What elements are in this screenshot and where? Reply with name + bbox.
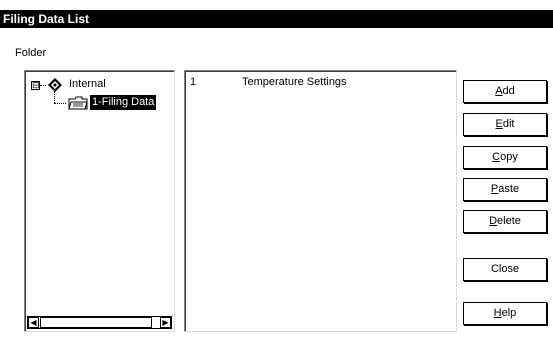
scroll-left-icon[interactable]: ◀ bbox=[28, 317, 39, 328]
tree-connector bbox=[40, 85, 46, 86]
edit-mnemonic: E bbox=[495, 118, 503, 130]
copy-label: opy bbox=[500, 151, 518, 163]
tree-connector bbox=[54, 91, 55, 103]
list-item-name: Temperature Settings bbox=[242, 76, 347, 88]
scroll-right-icon[interactable]: ▶ bbox=[160, 317, 171, 328]
filing-data-listbox[interactable]: 1 Temperature Settings bbox=[184, 70, 457, 332]
folder-label: Folder bbox=[15, 47, 47, 59]
paste-label: aste bbox=[498, 183, 520, 195]
add-button[interactable]: Add bbox=[463, 80, 547, 103]
folder-tree[interactable]: ⊟ Internal 1-Filing Data ◀ ▶ bbox=[24, 70, 175, 332]
add-label: dd bbox=[502, 85, 515, 97]
tree-connector bbox=[54, 103, 66, 104]
copy-mnemonic: C bbox=[492, 151, 501, 163]
help-button[interactable]: Help bbox=[463, 302, 547, 325]
delete-mnemonic: D bbox=[489, 215, 498, 227]
diamond-icon bbox=[48, 78, 62, 92]
close-label: Close bbox=[490, 263, 520, 275]
edit-button[interactable]: Edit bbox=[463, 113, 547, 136]
folder-icon bbox=[68, 96, 88, 110]
tree-item-internal[interactable]: Internal bbox=[69, 78, 106, 90]
paste-button[interactable]: Paste bbox=[463, 178, 547, 201]
window-title: Filing Data List bbox=[0, 10, 553, 28]
help-label: elp bbox=[501, 307, 517, 319]
close-button[interactable]: Close bbox=[463, 258, 547, 281]
delete-label: elete bbox=[497, 215, 521, 227]
edit-label: dit bbox=[502, 118, 515, 130]
add-mnemonic: A bbox=[495, 85, 503, 97]
copy-button[interactable]: Copy bbox=[463, 146, 547, 169]
list-item-number: 1 bbox=[190, 76, 197, 88]
help-mnemonic: H bbox=[493, 307, 502, 319]
filing-data-list-window: Filing Data List Folder ⊟ Internal 1-Fil… bbox=[0, 0, 553, 352]
scroll-thumb[interactable] bbox=[40, 317, 152, 328]
tree-item-filing-data[interactable]: 1-Filing Data bbox=[90, 95, 157, 110]
collapse-expander-icon[interactable]: ⊟ bbox=[31, 81, 40, 90]
horizontal-scrollbar[interactable]: ◀ ▶ bbox=[27, 316, 172, 329]
list-item[interactable]: 1 Temperature Settings bbox=[190, 76, 347, 88]
delete-button[interactable]: Delete bbox=[463, 210, 547, 233]
